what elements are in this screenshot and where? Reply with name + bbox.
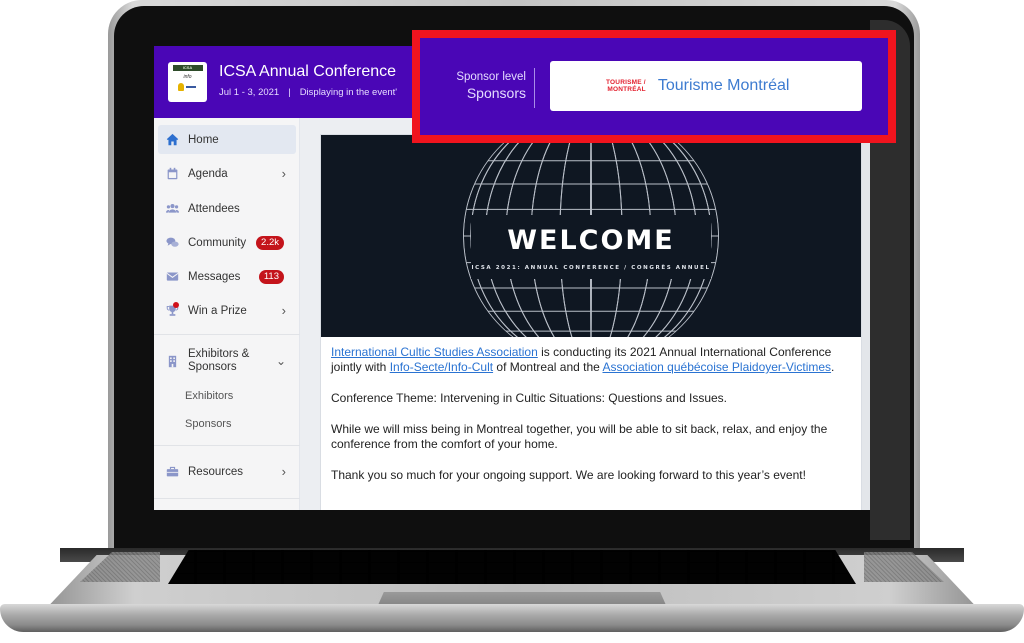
welcome-card: WELCOME ICSA 2021: ANNUAL CONFERENCE / C… (320, 134, 862, 510)
intro-text: of Montreal and the (493, 360, 603, 374)
sidebar-item-exhibitors-sponsors[interactable]: Exhibitors & Sponsors ⌄ (158, 344, 296, 378)
sidebar-item-win-a-prize[interactable]: Win a Prize › (158, 296, 296, 325)
calendar-icon (165, 167, 179, 181)
main-content: WELCOME ICSA 2021: ANNUAL CONFERENCE / C… (300, 118, 870, 510)
trophy-icon (165, 301, 179, 318)
sidebar-divider (154, 498, 300, 499)
laptop-base (0, 604, 1024, 632)
welcome-banner: WELCOME ICSA 2021: ANNUAL CONFERENCE / C… (321, 135, 861, 337)
sidebar-nav: Home Agenda › Attendees Community 2.2k M… (154, 118, 300, 510)
toolbox-icon (165, 465, 179, 479)
display-note: Displaying in the event' (299, 87, 398, 98)
icsa-link[interactable]: International Cultic Studies Association (331, 345, 538, 359)
envelope-icon (165, 270, 179, 284)
messages-count-badge: 113 (258, 269, 284, 284)
sponsor-logo-line: MONTRÉAL (607, 86, 646, 93)
event-title: ICSA Annual Conference (219, 63, 397, 80)
chevron-right-icon: › (281, 303, 286, 318)
sidebar-item-label: Messages (188, 270, 241, 283)
sidebar-item-label: Resources (188, 465, 243, 478)
event-dates: Jul 1 - 3, 2021 (219, 87, 280, 98)
sponsor-card-tourisme-montreal[interactable]: TOURISME / MONTRÉAL Tourisme Montréal (550, 61, 862, 111)
welcome-text: International Cultic Studies Association… (331, 345, 851, 499)
sidebar-item-label: Win a Prize (188, 304, 247, 317)
sidebar-item-label: Home (188, 133, 219, 146)
sidebar-item-label: Exhibitors & Sponsors (188, 348, 250, 373)
intro-paragraph: International Cultic Studies Association… (331, 345, 851, 375)
chat-icon (165, 236, 179, 250)
sidebar-item-attendees[interactable]: Attendees (158, 194, 296, 223)
building-icon (165, 354, 179, 368)
sidebar-item-agenda[interactable]: Agenda › (158, 159, 296, 188)
welcome-title: WELCOME (507, 225, 675, 256)
event-logo[interactable]: ICSA info (168, 62, 207, 102)
sidebar-subitem-sponsors[interactable]: Sponsors (185, 418, 231, 430)
sponsor-level: Sponsor level Sponsors (436, 71, 526, 101)
subtitle-separator: | (288, 87, 291, 98)
sponsor-divider (534, 68, 535, 108)
sponsor-banner-highlight: Sponsor level Sponsors TOURISME / MONTRÉ… (412, 30, 896, 143)
sidebar-divider (154, 334, 300, 335)
notification-dot (173, 301, 179, 308)
info-logo-mark: info (183, 74, 192, 80)
sidebar-item-home[interactable]: Home (158, 125, 296, 154)
sidebar-item-community[interactable]: Community 2.2k (158, 228, 296, 257)
sidebar-item-label: Community (188, 236, 247, 249)
sponsor-level-value: Sponsors (466, 85, 526, 101)
home-icon (165, 133, 179, 147)
sidebar-subitem-exhibitors[interactable]: Exhibitors (185, 390, 233, 402)
chevron-down-icon: ⌄ (275, 354, 286, 368)
event-subtitle: Jul 1 - 3, 2021 | Displaying in the event' (219, 87, 397, 98)
partner-logo-mark (177, 83, 198, 91)
aqpv-link[interactable]: Association québécoise Plaidoyer-Victime… (602, 360, 831, 374)
sponsor-logo: TOURISME / MONTRÉAL (606, 79, 646, 93)
info-secte-link[interactable]: Info-Secte/Info-Cult (390, 360, 493, 374)
sidebar-item-messages[interactable]: Messages 113 (158, 262, 296, 291)
community-count-badge: 2.2k (256, 235, 284, 250)
chevron-right-icon: › (281, 464, 286, 479)
welcome-subtitle: ICSA 2021: ANNUAL CONFERENCE / CONGRÈS A… (471, 265, 711, 271)
sidebar-item-label: Attendees (188, 202, 240, 215)
sponsor-level-label: Sponsor level (456, 71, 526, 83)
intro-text: . (831, 360, 835, 374)
paragraph-3: Thank you so much for your ongoing suppo… (331, 468, 806, 482)
chevron-right-icon: › (281, 166, 286, 181)
users-icon (165, 202, 179, 216)
paragraph-2: While we will miss being in Montreal tog… (331, 422, 828, 451)
sponsor-logo-line: TOURISME / (606, 79, 646, 86)
laptop-keyboard (168, 550, 856, 584)
icsa-logo-mark: ICSA (172, 65, 203, 71)
sidebar-divider (154, 445, 300, 446)
sidebar-item-label: Agenda (188, 167, 228, 180)
sidebar-item-resources[interactable]: Resources › (158, 457, 296, 486)
theme-paragraph: Conference Theme: Intervening in Cultic … (331, 391, 727, 405)
sponsor-name: Tourisme Montréal (657, 77, 790, 94)
content-scrollbar[interactable] (862, 118, 870, 510)
